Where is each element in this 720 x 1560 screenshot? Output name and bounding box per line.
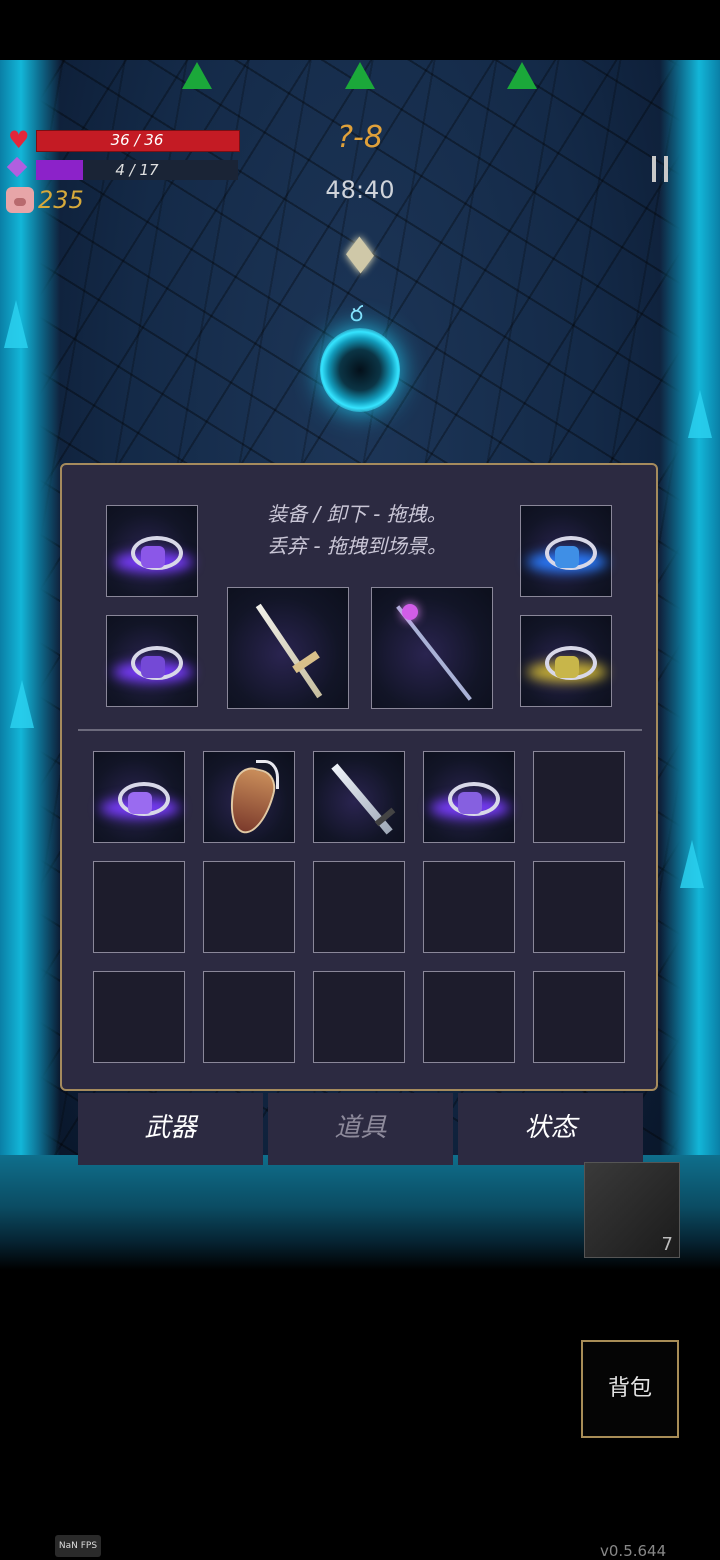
bag-slot-empty[interactable] [93,971,185,1063]
bag-slot-empty[interactable] [93,861,185,953]
equip-slot-ring-3[interactable] [520,505,612,597]
bag-slot-empty[interactable] [533,861,625,953]
right-crystal-wall [660,60,720,1270]
wing-icon [256,760,279,789]
bag-button[interactable]: 背包 [581,1340,679,1438]
bag-slot[interactable] [203,751,295,843]
bag-slot[interactable] [313,751,405,843]
heart-icon: ♥ [8,126,30,154]
tab-status[interactable]: 状态 [458,1093,643,1165]
crystal-shard [680,840,704,888]
bag-slot-empty[interactable] [313,861,405,953]
bag-slot-empty[interactable] [423,971,515,1063]
hp-text: 36 / 36 [110,131,164,149]
equip-slot-weapon-1[interactable] [227,587,349,709]
exit-arrow-icon[interactable] [345,62,375,89]
inventory-hint: 装备 / 卸下 - 拖拽。 丢弃 - 拖拽到场景。 [248,498,466,562]
hint-line-1: 装备 / 卸下 - 拖拽。 [267,502,447,526]
equip-slot-weapon-2[interactable] [371,587,493,709]
panel-divider [78,729,642,731]
bag-slot-empty[interactable] [533,751,625,843]
exit-arrow-icon[interactable] [507,62,537,89]
sword-icon [255,603,323,699]
coin-count: 235 [38,186,84,214]
crystal-shard [10,680,34,728]
bag-slot-empty[interactable] [423,861,515,953]
version-label: v0.5.644 [600,1542,667,1560]
equip-slot-ring-4[interactable] [520,615,612,707]
hint-line-2: 丢弃 - 拖拽到场景。 [267,534,447,558]
tab-items[interactable]: 道具 [268,1093,453,1165]
bag-slot-empty[interactable] [203,971,295,1063]
stage-label: ?-8 [337,120,383,155]
quick-item-count: 7 [661,1234,673,1255]
left-crystal-wall [0,60,60,1270]
pig-coin-icon [6,187,34,213]
bag-slot[interactable] [423,751,515,843]
fps-counter: NaN FPS [55,1535,101,1557]
sword-icon [331,763,393,835]
crystal-shard [4,300,28,348]
bag-slot-empty[interactable] [533,971,625,1063]
timer: 48:40 [325,176,395,204]
equip-slot-ring-2[interactable] [106,615,198,707]
pause-icon [652,156,656,182]
bag-slot[interactable] [93,751,185,843]
pause-icon [664,156,668,182]
equip-slot-ring-1[interactable] [106,505,198,597]
exit-arrow-icon[interactable] [182,62,212,89]
mp-text: 4 / 17 [115,161,159,179]
bag-slot-empty[interactable] [313,971,405,1063]
crystal-shard [688,390,712,438]
tab-weapons[interactable]: 武器 [78,1093,263,1165]
portal[interactable] [320,328,400,412]
bag-slot-empty[interactable] [203,861,295,953]
pause-button[interactable] [646,152,676,186]
quick-item-slot[interactable]: 7 [584,1162,680,1258]
